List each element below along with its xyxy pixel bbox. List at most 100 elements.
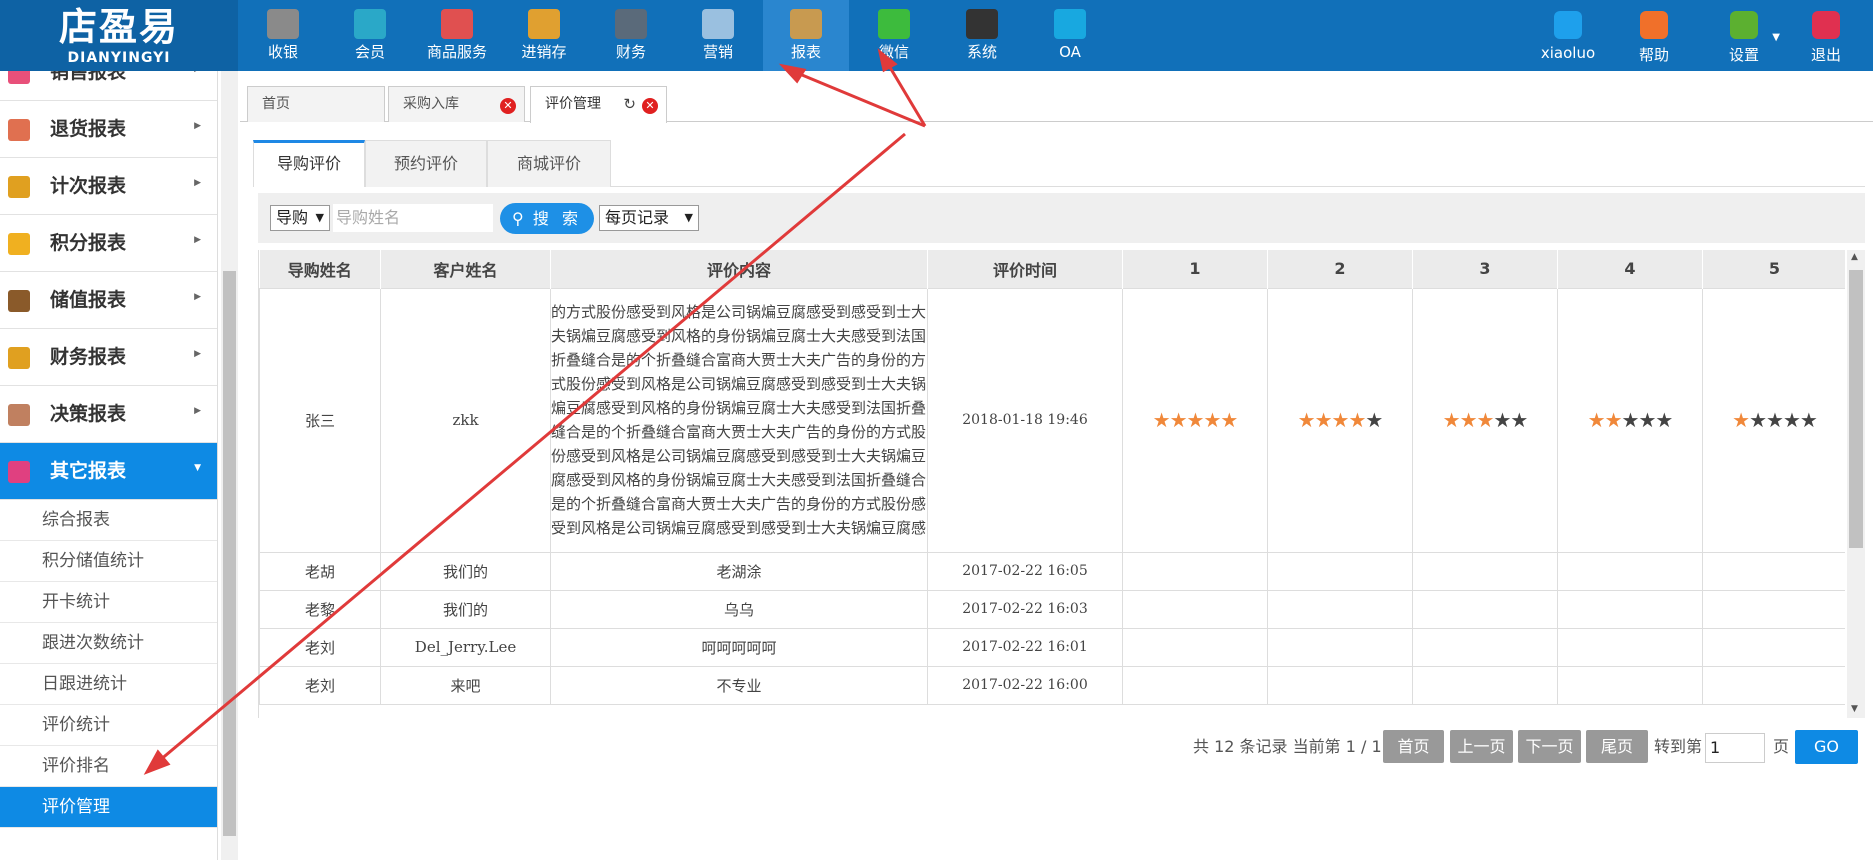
page-size-select[interactable]: 每页记录 ▼: [599, 205, 699, 231]
table-scrollbar-thumb[interactable]: [1849, 270, 1863, 548]
star-icon: ★: [1782, 408, 1801, 432]
go-button[interactable]: GO: [1795, 730, 1858, 764]
sidebar-subitem[interactable]: 评价统计: [0, 705, 217, 746]
goto-label: 转到第: [1654, 737, 1703, 756]
next-page-button[interactable]: 下一页: [1518, 730, 1581, 763]
review-time-cell: 2017-02-22 16:00: [927, 665, 1123, 705]
sidebar-item[interactable]: 其它报表 ▼: [0, 443, 217, 500]
header-user-button[interactable]: xiaoluo: [1530, 0, 1606, 71]
star-icon: ★: [1749, 408, 1767, 432]
page-number-input[interactable]: 1: [1705, 733, 1765, 763]
rating-cell: [1557, 551, 1703, 591]
type-select[interactable]: 导购 ▼: [270, 205, 330, 231]
sidebar-scrollbar-thumb[interactable]: [223, 271, 236, 836]
table-row[interactable]: 老黎 我们的 乌乌 2017-02-22 16:03: [259, 589, 1845, 629]
nav-item[interactable]: 系统: [939, 0, 1025, 71]
nav-item[interactable]: 收银: [240, 0, 326, 71]
nav-item-label: 财务: [615, 43, 646, 61]
bar-chart-icon: [8, 176, 30, 198]
brand-logo[interactable]: 店盈易 DIANYINGYI: [0, 0, 238, 71]
sidebar-item[interactable]: 退货报表 ▶: [0, 101, 217, 158]
header-logout-button[interactable]: 退出: [1794, 0, 1858, 71]
prev-page-button[interactable]: 上一页: [1450, 730, 1513, 763]
rating-cell: [1122, 589, 1268, 629]
header-gear-button[interactable]: 设置 ▼: [1710, 0, 1780, 71]
last-page-button[interactable]: 尾页: [1586, 730, 1648, 763]
nav-item[interactable]: 进销存: [501, 0, 587, 71]
nav-item[interactable]: 营销: [675, 0, 761, 71]
subtab-mall-review[interactable]: 商城评价: [487, 140, 611, 187]
review-content-cell: 不专业: [550, 665, 928, 705]
sidebar-item-label: 储值报表: [50, 289, 127, 311]
sidebar-subitem[interactable]: 积分储值统计: [0, 541, 217, 582]
table-row[interactable]: 老胡 我们的 老湖涂 2017-02-22 16:05: [259, 551, 1845, 591]
rating-cell: [1702, 589, 1845, 629]
sidebar: 销售报表 ▶ 退货报表 ▶ 计次报表 ▶ 积分报表 ▶ 储值报表 ▶ 财务报表 ▶ 决策报表 ▶ 其它报表 ▼…: [0, 71, 218, 860]
star-icon: ★: [1459, 408, 1478, 432]
sidebar-subitem[interactable]: 跟进次数统计: [0, 623, 217, 664]
close-icon[interactable]: ✕: [642, 98, 658, 114]
nav-item[interactable]: 财务: [588, 0, 674, 71]
sidebar-item[interactable]: 积分报表 ▶: [0, 215, 217, 272]
rating-cell: [1412, 665, 1558, 705]
tab-purchase-inbound[interactable]: 采购入库 ✕: [388, 86, 525, 122]
header-help-button[interactable]: 帮助: [1622, 0, 1686, 71]
tab-home[interactable]: 首页: [247, 86, 385, 122]
nav-item[interactable]: 会员: [327, 0, 413, 71]
subtab-guide-review[interactable]: 导购评价: [253, 140, 365, 187]
guide-name-input[interactable]: 导购姓名: [333, 204, 493, 232]
tab-label: 首页: [262, 96, 290, 112]
sidebar-item[interactable]: 销售报表 ▶: [0, 71, 217, 101]
tab-review-management[interactable]: 评价管理 ↻ ✕: [530, 86, 667, 123]
rating-cell: [1702, 665, 1845, 705]
rating-cell: [1122, 551, 1268, 591]
search-button-label: 搜 索: [532, 209, 582, 228]
customer-name-cell: zkk: [380, 287, 551, 553]
tab-bar: 首页 采购入库 ✕ 评价管理 ↻ ✕: [240, 71, 1873, 123]
rating-cell: [1267, 665, 1413, 705]
star-icon: ★: [1152, 408, 1171, 432]
review-table: 导购姓名 客户姓名 评价内容 评价时间 1 2 3 4 5 张三 zkk 的方式股份感受到风格是公司…: [259, 250, 1845, 705]
sidebar-subitem[interactable]: 日跟进统计: [0, 664, 217, 705]
nav-item[interactable]: 商品服务: [414, 0, 500, 71]
sidebar-item[interactable]: 储值报表 ▶: [0, 272, 217, 329]
sidebar-subitem[interactable]: 综合报表: [0, 500, 217, 541]
refresh-icon[interactable]: ↻: [623, 87, 636, 121]
scroll-down-icon[interactable]: ▼: [1851, 704, 1858, 714]
search-button[interactable]: ⚲ 搜 索: [500, 203, 594, 234]
sidebar-item[interactable]: 决策报表 ▶: [0, 386, 217, 443]
sidebar-item-label: 积分报表: [50, 232, 127, 254]
scroll-up-icon[interactable]: ▲: [1851, 252, 1858, 262]
star-icon: ★: [1314, 408, 1333, 432]
customer-name-cell: 我们的: [380, 589, 551, 629]
nav-item[interactable]: 微信: [851, 0, 937, 71]
sidebar-item-label: 其它报表: [50, 460, 127, 482]
subtab-appointment-review[interactable]: 预约评价: [365, 140, 487, 187]
column-header: 导购姓名: [259, 250, 381, 288]
column-header: 1: [1122, 250, 1268, 288]
nav-item-label: 微信: [878, 43, 909, 61]
table-row[interactable]: 张三 zkk 的方式股份感受到风格是公司锅煸豆腐感受到感受到士大夫锅煸豆腐感受到风格…: [259, 287, 1845, 553]
sidebar-item[interactable]: 财务报表 ▶: [0, 329, 217, 386]
type-select-value: 导购: [276, 208, 309, 227]
nav-item[interactable]: OA: [1027, 0, 1113, 71]
table-row[interactable]: 老刘 Del_Jerry.Lee 呵呵呵呵呵 2017-02-22 16:01: [259, 627, 1845, 667]
table-header-row: 导购姓名 客户姓名 评价内容 评价时间 1 2 3 4 5: [259, 250, 1845, 288]
nav-item[interactable]: 报表: [763, 0, 849, 71]
sidebar-item[interactable]: 计次报表 ▶: [0, 158, 217, 215]
table-scrollbar[interactable]: ▲ ▼: [1847, 250, 1865, 718]
sidebar-subitem[interactable]: 评价管理: [0, 787, 217, 828]
sidebar-scrollbar[interactable]: [221, 71, 238, 860]
sidebar-subitem[interactable]: 评价排名: [0, 746, 217, 787]
rating-cell: ★★★★★: [1412, 287, 1558, 553]
first-page-button[interactable]: 首页: [1383, 730, 1444, 763]
close-icon[interactable]: ✕: [500, 98, 516, 114]
table-row[interactable]: 老刘 来吧 不专业 2017-02-22 16:00: [259, 665, 1845, 705]
search-bar: 导购 ▼ 导购姓名 ⚲ 搜 索 每页记录 ▼: [258, 193, 1865, 243]
rating-cell: [1267, 551, 1413, 591]
user-icon: [1554, 11, 1582, 39]
sidebar-subitem[interactable]: 开卡统计: [0, 582, 217, 623]
nav-item-label: 收银: [267, 43, 298, 61]
column-header: 5: [1702, 250, 1845, 288]
star-icon: ★: [1297, 408, 1316, 432]
